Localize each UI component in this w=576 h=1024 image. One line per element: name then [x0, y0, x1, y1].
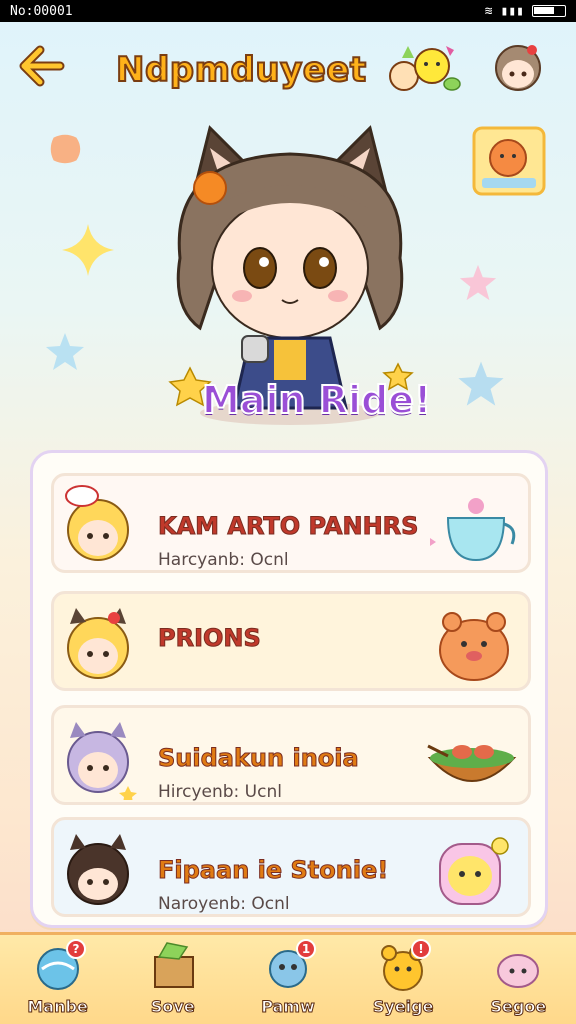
nav-item-pamw[interactable]: 1 Pamw — [238, 935, 338, 1023]
status-left-text: No:00001 — [10, 3, 73, 19]
item-title: PRIONS — [158, 624, 262, 653]
nav-label: Segoe — [490, 997, 547, 1017]
nav-item-syeige[interactable]: ! Syeige — [353, 935, 453, 1023]
nav-item-segoe[interactable]: Segoe — [468, 935, 568, 1023]
bear-icon — [439, 612, 509, 681]
page-title: Ndpmduyeet — [115, 49, 367, 91]
critter-icon: 1 — [268, 939, 316, 988]
nav-label: Syeige — [372, 997, 434, 1017]
globe-icon: ? — [36, 939, 86, 990]
notification-badge: ! — [411, 939, 432, 959]
fruit-friends-icon — [389, 46, 461, 91]
teapot-icon — [430, 498, 516, 562]
character-thumb-icon — [67, 834, 129, 905]
star-blue-icon — [46, 333, 84, 370]
pudding-critter-icon — [439, 837, 509, 905]
svg-text:1: 1 — [302, 942, 310, 956]
svg-text:!: ! — [418, 942, 423, 956]
list-panel: KAM ARTO PANHRS Harcyanb: Ocnl PRIONS Su… — [30, 450, 548, 928]
svg-text:?: ? — [72, 942, 79, 956]
character-thumb-icon — [65, 485, 129, 561]
notification-badge: ? — [65, 939, 86, 959]
list-item-3[interactable]: Suidakun inoia Hircyenb: Ucnl — [51, 705, 531, 805]
list-item-2[interactable]: PRIONS — [51, 591, 531, 691]
status-icons: ≋ ▮▮▮ — [485, 4, 566, 19]
star-pink-icon — [459, 264, 497, 301]
item-subtitle: Hircyenb: Ucnl — [158, 782, 282, 802]
box-icon — [153, 942, 194, 988]
item-subtitle: Naroyenb: Ocnl — [158, 894, 290, 914]
character-thumb-icon — [67, 608, 129, 679]
hero-caption: Main Ride! — [201, 377, 432, 423]
arrow-left-icon — [19, 45, 65, 87]
battery-icon — [532, 5, 566, 17]
cloud-blob-icon — [50, 134, 81, 164]
character-thumb-icon — [67, 722, 137, 800]
bear-face-icon: ! — [381, 939, 432, 991]
star-blue-right-icon — [458, 361, 504, 406]
avatar-icon — [495, 45, 541, 91]
item-title: KAM ARTO PANHRS — [157, 512, 419, 541]
sparkle-icon — [62, 224, 114, 276]
list-item-1[interactable]: KAM ARTO PANHRS Harcyanb: Ocnl — [51, 473, 531, 573]
cloud-face-icon — [497, 954, 540, 988]
nav-label: Sove — [150, 997, 195, 1017]
wifi-icon: ≋ — [484, 3, 493, 19]
food-bowl-icon — [427, 744, 517, 782]
profile-avatar-button[interactable] — [488, 36, 548, 98]
item-title: Fipaan ie Stonie! — [157, 856, 389, 885]
nav-item-manbe[interactable]: ? Manbe — [8, 935, 108, 1023]
back-button[interactable] — [18, 44, 66, 88]
item-subtitle: Harcyanb: Ocnl — [158, 550, 289, 570]
signal-icon: ▮▮▮ — [500, 3, 524, 19]
status-bar: No:00001 ≋ ▮▮▮ — [0, 0, 576, 22]
bottom-nav: ? Manbe Sove 1 Pamw! Syeige Segoe — [0, 932, 576, 1024]
reward-badge-icon[interactable] — [470, 124, 548, 198]
notification-badge: 1 — [295, 939, 316, 959]
item-title: Suidakun inoia — [158, 744, 360, 773]
nav-label: Manbe — [27, 997, 88, 1017]
nav-label: Pamw — [261, 997, 316, 1017]
header: Ndpmduyeet — [0, 30, 576, 110]
nav-item-sove[interactable]: Sove — [123, 935, 223, 1023]
list-item-4[interactable]: Fipaan ie Stonie! Naroyenb: Ocnl — [51, 817, 531, 917]
